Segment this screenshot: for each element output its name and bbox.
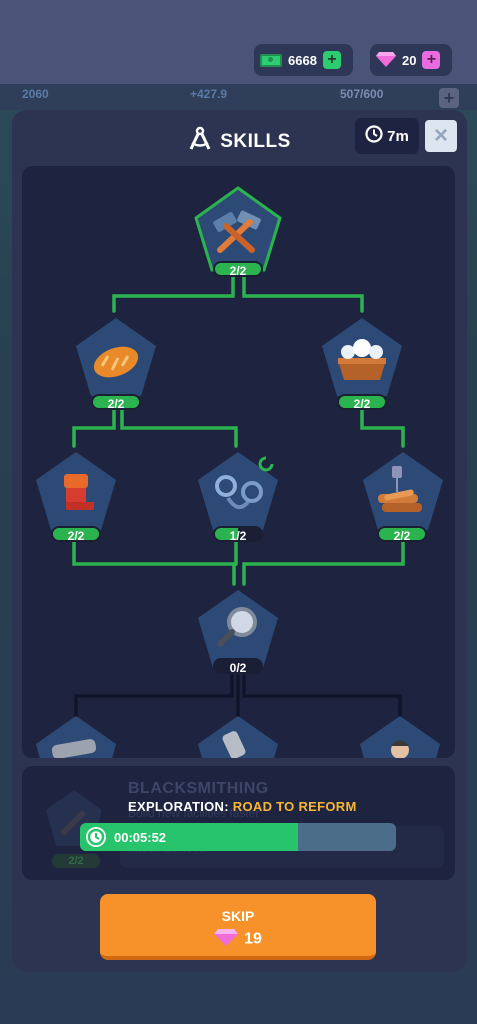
skill-node-bread[interactable] <box>76 318 156 396</box>
stat-mid: +427.9 <box>190 87 228 101</box>
add-gems-button[interactable]: + <box>422 51 441 69</box>
stat-left: 2060 <box>22 87 49 101</box>
progress-badge-chains: 1/2 <box>213 526 263 543</box>
exploration-progress-bar: 00:05:52 <box>80 823 396 851</box>
skill-node-tools[interactable] <box>194 186 282 272</box>
capacity-add-button[interactable]: + <box>439 88 459 108</box>
skip-cost: 19 <box>100 928 376 951</box>
capacity-value: 507/600 <box>340 87 384 101</box>
gem-icon <box>214 928 239 951</box>
skill-node-magnifier[interactable] <box>198 590 278 668</box>
skill-node-boots[interactable] <box>36 452 116 530</box>
timer-value: 7m <box>387 127 409 145</box>
add-cash-button[interactable]: + <box>322 51 341 69</box>
ghost-skill-title: BLACKSMITHING <box>128 780 269 797</box>
progress-badge-bath: 2/2 <box>337 394 387 411</box>
progress-fill <box>80 823 299 851</box>
skill-node-bath[interactable] <box>322 318 402 396</box>
skill-node-cannon[interactable] <box>36 716 116 758</box>
exploration-panel: BLACKSMITHING Build new facilities faste… <box>22 766 455 880</box>
cash-counter: 6668 + <box>254 44 353 76</box>
exploration-label: EXPLORATION: <box>128 799 229 814</box>
skill-node-chains[interactable] <box>198 452 278 530</box>
exploration-target: ROAD TO REFORM <box>232 799 357 814</box>
progress-badge-magnifier: 0/2 <box>213 658 263 675</box>
compass-icon <box>188 126 212 158</box>
gem-value: 20 <box>402 52 417 68</box>
skill-node-portrait[interactable] <box>360 716 440 758</box>
skip-button[interactable]: SKIP 19 <box>100 894 376 960</box>
title-label: SKILLS <box>220 131 291 153</box>
gem-counter: 20 + <box>370 44 452 76</box>
skip-label: SKIP <box>221 908 255 924</box>
ghost-skill-badge: 2/2 <box>52 854 100 868</box>
time-remaining: 00:05:52 <box>114 830 167 845</box>
progress-badge-boots: 2/2 <box>51 526 101 543</box>
skills-header: SKILLS 7m × <box>12 110 467 166</box>
world-stats-strip: 2060 +427.9 507/600 <box>0 84 477 110</box>
exploration-status: EXPLORATION: ROAD TO REFORM <box>128 799 357 814</box>
cash-icon <box>260 53 282 67</box>
timer-badge: 7m <box>355 118 419 154</box>
skill-tree: 2/2 2/2 2/2 2/2 1/2 2/2 0/2 <box>22 166 455 758</box>
stopwatch-icon <box>86 827 106 847</box>
progress-badge-bread: 2/2 <box>91 394 141 411</box>
skip-cost-value: 19 <box>244 930 262 948</box>
clock-icon <box>365 125 383 147</box>
cash-value: 6668 <box>288 52 317 68</box>
upgrade-spinner-icon <box>258 456 274 472</box>
progress-badge-tools: 2/2 <box>213 261 263 278</box>
progress-badge-logs: 2/2 <box>377 526 427 543</box>
skill-node-mortar[interactable] <box>198 716 278 758</box>
skill-node-logs[interactable] <box>363 452 443 530</box>
close-button[interactable]: × <box>425 120 457 152</box>
gem-icon <box>376 51 396 70</box>
